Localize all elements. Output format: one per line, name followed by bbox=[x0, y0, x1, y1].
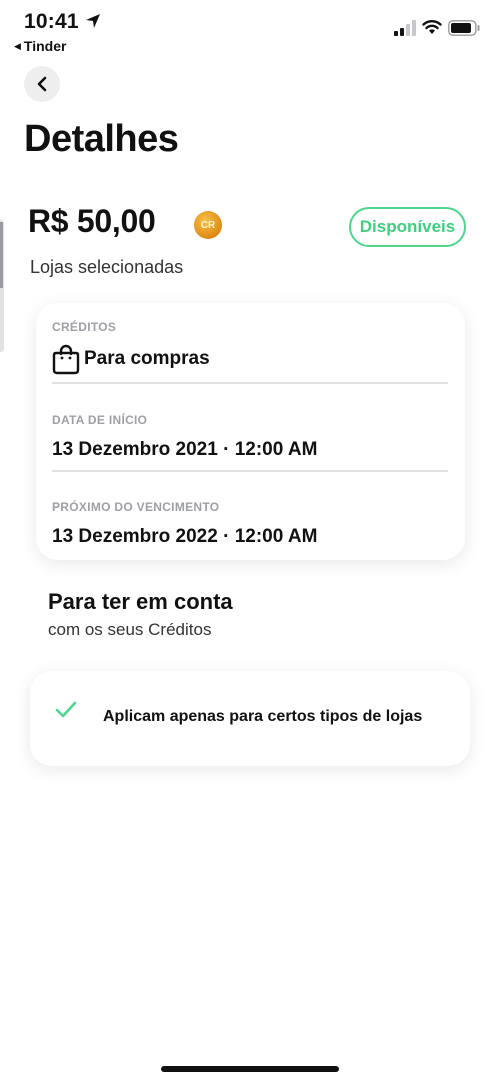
wifi-icon bbox=[422, 20, 442, 34]
check-icon bbox=[55, 701, 77, 718]
side-panel-edge-indicator bbox=[0, 222, 3, 288]
battery-icon bbox=[448, 20, 480, 36]
expiry-label: PRÓXIMO DO VENCIMENTO bbox=[52, 500, 220, 514]
section-subtitle: com os seus Créditos bbox=[48, 620, 212, 639]
stores-subtitle: Lojas selecionadas bbox=[30, 257, 184, 277]
page-title: Detalhes bbox=[24, 118, 179, 160]
coin-label: CR bbox=[200, 219, 216, 231]
divider bbox=[52, 382, 448, 384]
credits-value: Para compras bbox=[84, 348, 210, 369]
back-triangle-icon: ◀ bbox=[14, 40, 21, 51]
status-time: 10:41 bbox=[24, 10, 79, 33]
home-indicator[interactable] bbox=[161, 1066, 339, 1072]
start-date-value: 13 Dezembro 2021 · 12:00 AM bbox=[52, 439, 318, 460]
section-title: Para ter em conta bbox=[48, 589, 233, 614]
rule-item: Aplicam apenas para certos tipos de loja… bbox=[103, 708, 423, 725]
credit-amount: R$ 50,00 bbox=[28, 203, 156, 239]
status-badge: Disponíveis bbox=[349, 207, 466, 247]
credits-label: CRÉDITOS bbox=[52, 320, 117, 334]
coin-icon: CR bbox=[194, 211, 222, 239]
chevron-left-icon bbox=[37, 76, 47, 92]
back-app-label: Tinder bbox=[23, 38, 67, 54]
start-date-label: DATA DE INÍCIO bbox=[52, 413, 148, 427]
back-to-app-link[interactable]: ◀ Tinder bbox=[14, 38, 66, 54]
divider bbox=[52, 470, 448, 472]
details-card bbox=[36, 303, 465, 560]
expiry-value: 13 Dezembro 2022 · 12:00 AM bbox=[52, 526, 318, 547]
signal-icon bbox=[394, 20, 416, 36]
shopping-bag-icon bbox=[52, 344, 80, 375]
back-button[interactable] bbox=[24, 66, 60, 102]
location-arrow-icon bbox=[86, 14, 100, 28]
